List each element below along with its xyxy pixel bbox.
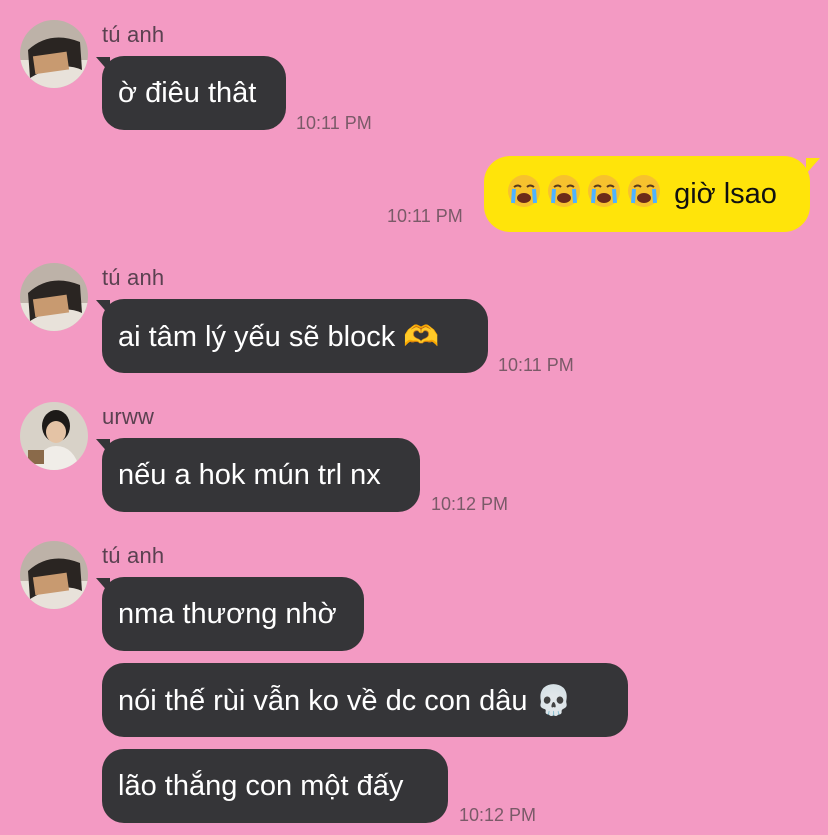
message-text: ờ điêu thât — [118, 77, 257, 109]
message-bubble[interactable]: nói thế rùi vẫn ko về dc con dâu 💀 — [102, 663, 628, 737]
message-text: giờ lsao — [674, 178, 777, 210]
bubble-tail — [806, 158, 820, 174]
avatar-tu-anh[interactable] — [20, 20, 88, 88]
message-time: 10:11 PM — [296, 113, 372, 133]
sender-name: tú anh — [102, 543, 165, 568]
message-bubble[interactable]: lão thắng con một đấy — [102, 749, 448, 823]
message-bubble[interactable]: nếu a hok mún trl nx — [102, 438, 420, 512]
loudly-crying-face-icon — [626, 173, 662, 209]
message-bubble[interactable]: ai tâm lý yếu sẽ block 🫶 — [102, 299, 488, 373]
message-time: 10:11 PM — [387, 206, 463, 226]
message-time: 10:12 PM — [459, 805, 537, 825]
loudly-crying-face-icon — [586, 173, 622, 209]
avatar-urww[interactable] — [20, 402, 88, 470]
sender-name: tú anh — [102, 22, 165, 47]
avatar-tu-anh[interactable] — [20, 541, 88, 609]
sender-name: tú anh — [102, 265, 165, 290]
message-bubble[interactable]: ờ điêu thât — [102, 56, 286, 130]
message-bubble[interactable]: nma thương nhờ — [102, 577, 364, 651]
skull-icon: 💀 — [535, 683, 572, 717]
message-text: nma thương nhờ — [118, 598, 337, 630]
message-text: lão thắng con một đấy — [118, 770, 404, 802]
sender-name: urww — [102, 404, 155, 429]
message-time: 10:11 PM — [498, 355, 574, 375]
message-time: 10:12 PM — [431, 494, 509, 514]
loudly-crying-face-icon — [506, 173, 542, 209]
heart-hands-icon: 🫶 — [403, 319, 440, 353]
message-text: nếu a hok mún trl nx — [118, 459, 381, 491]
avatar-tu-anh[interactable] — [20, 263, 88, 331]
loudly-crying-face-icon — [546, 173, 582, 209]
message-bubble-own[interactable]: giờ lsao — [484, 156, 810, 232]
message-text: nói thế rùi vẫn ko về dc con dâu — [118, 685, 528, 717]
message-text: ai tâm lý yếu sẽ block — [118, 321, 396, 353]
